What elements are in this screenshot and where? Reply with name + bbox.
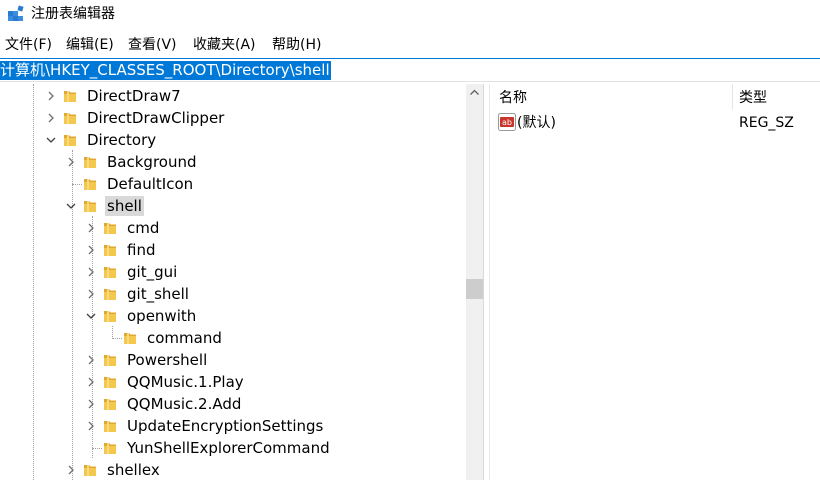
string-value-icon: ab xyxy=(498,113,516,131)
registry-tree[interactable]: DirectDraw7 DirectDrawClipper Directory Bac… xyxy=(0,84,466,480)
folder-icon xyxy=(102,242,118,258)
tree-node-label: QQMusic.2.Add xyxy=(127,395,242,413)
tree-node-label: Powershell xyxy=(127,351,208,369)
scroll-thumb[interactable] xyxy=(466,279,483,299)
tree-node-label: DirectDrawClipper xyxy=(87,109,225,127)
folder-icon xyxy=(82,462,98,478)
folder-icon xyxy=(102,418,118,434)
title-bar: 注册表编辑器 xyxy=(0,0,820,30)
chevron-down-icon[interactable] xyxy=(45,134,57,146)
folder-icon xyxy=(62,132,78,148)
folder-icon xyxy=(102,308,118,324)
tree-node-git-shell[interactable]: git_shell xyxy=(0,283,466,305)
folder-icon xyxy=(82,154,98,170)
window-title: 注册表编辑器 xyxy=(31,6,115,22)
tree-node-git-gui[interactable]: git_gui xyxy=(0,261,466,283)
tree-node-directory[interactable]: Directory xyxy=(0,129,466,151)
tree-node-label: YunShellExplorerCommand xyxy=(127,439,330,457)
tree-node-label: command xyxy=(147,329,222,347)
tree-node-label: find xyxy=(127,241,156,259)
tree-node-label: cmd xyxy=(127,219,160,237)
column-header-name[interactable]: 名称 xyxy=(499,88,527,108)
folder-icon xyxy=(62,88,78,104)
tree-node-openwith[interactable]: openwith xyxy=(0,305,466,327)
tree-node-find[interactable]: find xyxy=(0,239,466,261)
column-divider[interactable] xyxy=(732,84,733,110)
menu-edit[interactable]: 编辑(E) xyxy=(66,36,114,54)
folder-icon xyxy=(102,352,118,368)
chevron-right-icon[interactable] xyxy=(65,156,77,168)
tree-node-updateencryptionsettings[interactable]: UpdateEncryptionSettings xyxy=(0,415,466,437)
tree-node-label: Directory xyxy=(87,131,157,149)
address-path[interactable]: 计算机\HKEY_CLASSES_ROOT\Directory\shell xyxy=(0,61,331,80)
chevron-right-icon[interactable] xyxy=(65,464,77,476)
tree-node-label: git_shell xyxy=(127,285,189,303)
tree-node-shellex[interactable]: shellex xyxy=(0,459,466,480)
menu-view[interactable]: 查看(V) xyxy=(128,36,177,54)
tree-node-label: DefaultIcon xyxy=(107,175,194,193)
tree-node-defaulticon[interactable]: DefaultIcon xyxy=(0,173,466,195)
tree-node-command[interactable]: command xyxy=(0,327,466,349)
tree-node-background[interactable]: Background xyxy=(0,151,466,173)
folder-icon xyxy=(102,264,118,280)
value-type: REG_SZ xyxy=(739,115,794,131)
tree-node-directdraw7[interactable]: DirectDraw7 xyxy=(0,85,466,107)
folder-icon xyxy=(102,220,118,236)
value-row[interactable]: ab (默认) REG_SZ xyxy=(490,112,820,134)
tree-node-label: shellex xyxy=(107,461,160,479)
chevron-right-icon[interactable] xyxy=(85,244,97,256)
chevron-right-icon[interactable] xyxy=(85,376,97,388)
tree-node-label: git_gui xyxy=(127,263,178,281)
tree-node-label: QQMusic.1.Play xyxy=(127,373,244,391)
folder-icon xyxy=(62,110,78,126)
chevron-right-icon[interactable] xyxy=(85,354,97,366)
chevron-right-icon[interactable] xyxy=(85,288,97,300)
pane-splitter[interactable] xyxy=(483,84,490,480)
scroll-up-arrow-icon[interactable] xyxy=(466,84,483,101)
chevron-right-icon[interactable] xyxy=(45,112,57,124)
folder-icon xyxy=(82,198,98,214)
folder-icon xyxy=(102,440,118,456)
tree-node-label: shell xyxy=(105,196,144,216)
chevron-right-icon[interactable] xyxy=(45,90,57,102)
tree-node-qqmusic-1-play[interactable]: QQMusic.1.Play xyxy=(0,371,466,393)
registry-editor-icon xyxy=(8,5,24,21)
menu-help[interactable]: 帮助(H) xyxy=(272,36,321,54)
folder-icon xyxy=(122,330,138,346)
chevron-down-icon[interactable] xyxy=(85,310,97,322)
folder-icon xyxy=(102,396,118,412)
tree-node-shell[interactable]: shell xyxy=(0,195,466,217)
folder-icon xyxy=(102,374,118,390)
tree-node-label: UpdateEncryptionSettings xyxy=(127,417,324,435)
tree-scrollbar[interactable] xyxy=(466,84,483,480)
chevron-down-icon[interactable] xyxy=(65,200,77,212)
menu-file[interactable]: 文件(F) xyxy=(5,36,52,54)
tree-node-yunshellexplorercommand[interactable]: YunShellExplorerCommand xyxy=(0,437,466,459)
values-pane: 名称 类型 ab (默认) REG_SZ xyxy=(490,84,820,480)
folder-icon xyxy=(102,286,118,302)
tree-node-label: Background xyxy=(107,153,197,171)
tree-node-directdrawclipper[interactable]: DirectDrawClipper xyxy=(0,107,466,129)
tree-node-cmd[interactable]: cmd xyxy=(0,217,466,239)
chevron-right-icon[interactable] xyxy=(85,420,97,432)
svg-text:ab: ab xyxy=(502,118,512,127)
value-name: (默认) xyxy=(517,115,556,131)
chevron-right-icon[interactable] xyxy=(85,398,97,410)
chevron-right-icon[interactable] xyxy=(85,222,97,234)
column-header-type[interactable]: 类型 xyxy=(739,88,767,108)
folder-icon xyxy=(82,176,98,192)
menu-favorites[interactable]: 收藏夹(A) xyxy=(193,36,256,54)
menu-bar: 文件(F) 编辑(E) 查看(V) 收藏夹(A) 帮助(H) xyxy=(0,33,820,57)
tree-node-qqmusic-2-add[interactable]: QQMusic.2.Add xyxy=(0,393,466,415)
chevron-right-icon[interactable] xyxy=(85,266,97,278)
tree-node-label: openwith xyxy=(127,307,197,325)
tree-node-powershell[interactable]: Powershell xyxy=(0,349,466,371)
tree-node-label: DirectDraw7 xyxy=(87,87,181,105)
address-bar[interactable]: 计算机\HKEY_CLASSES_ROOT\Directory\shell xyxy=(0,58,820,82)
